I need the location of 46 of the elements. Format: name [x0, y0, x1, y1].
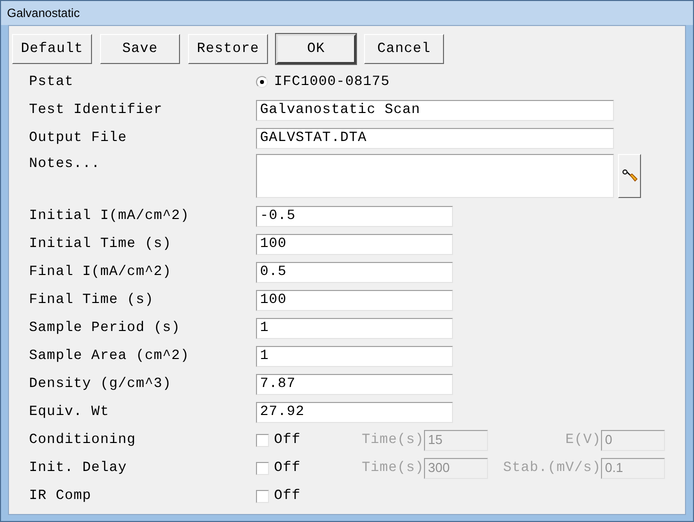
input-field[interactable]: 1 — [256, 318, 453, 338]
input-field[interactable]: 100 — [256, 234, 453, 254]
field-label: Density (g/cm^3) — [29, 376, 172, 392]
field-label: Final Time (s) — [29, 292, 154, 308]
edit-notes-button[interactable] — [618, 154, 641, 198]
checkbox-label: Off — [274, 486, 301, 506]
field-label: Output File — [29, 130, 127, 146]
input-field[interactable]: Galvanostatic Scan — [256, 100, 614, 120]
radio-button[interactable] — [256, 76, 268, 88]
field-label: Notes... — [29, 156, 100, 172]
checkbox[interactable] — [256, 462, 269, 474]
checkbox[interactable] — [256, 490, 269, 502]
field-label: Equiv. Wt — [29, 404, 110, 420]
field-label: Initial Time (s) — [29, 236, 172, 252]
dialog-button[interactable]: OK — [276, 34, 356, 64]
field-label: Sample Area (cm^2) — [29, 348, 190, 364]
checkbox[interactable] — [256, 434, 269, 446]
checkbox-label: Off — [274, 430, 301, 450]
field-label: Init. Delay — [29, 460, 127, 476]
input-field[interactable]: 0.5 — [256, 262, 453, 282]
field-label: Pstat — [29, 74, 74, 90]
field-label: Time(s) — [360, 430, 424, 450]
field-label: Test Identifier — [29, 102, 163, 118]
checkbox-label: Off — [274, 458, 301, 478]
field-label: Stab.(mV/s) — [502, 458, 601, 478]
input-field[interactable]: -0.5 — [256, 206, 453, 226]
input-field[interactable]: 1 — [256, 346, 453, 366]
screwdriver-icon — [622, 169, 638, 183]
field-label: E(V) — [564, 430, 601, 450]
dialog-button[interactable]: Save — [100, 34, 180, 64]
field-label: IR Comp — [29, 488, 92, 504]
input-field[interactable]: 7.87 — [256, 374, 453, 394]
field-label: Initial I(mA/cm^2) — [29, 208, 190, 224]
input-field[interactable]: 100 — [256, 290, 453, 310]
dialog-button[interactable]: Default — [12, 34, 92, 64]
input-field[interactable]: 27.92 — [256, 402, 453, 422]
field-label: Time(s) — [360, 458, 424, 478]
dialog-button[interactable]: Restore — [188, 34, 268, 64]
window-title: Galvanostatic — [7, 5, 80, 22]
radio-label: IFC1000-08175 — [274, 72, 390, 92]
input-field[interactable]: GALVSTAT.DTA — [256, 128, 614, 148]
field-label: Sample Period (s) — [29, 320, 180, 336]
dialog-button[interactable]: Cancel — [364, 34, 444, 64]
field-label: Conditioning — [29, 432, 136, 448]
field-label: Final I(mA/cm^2) — [29, 264, 172, 280]
notes-field[interactable] — [256, 154, 614, 198]
